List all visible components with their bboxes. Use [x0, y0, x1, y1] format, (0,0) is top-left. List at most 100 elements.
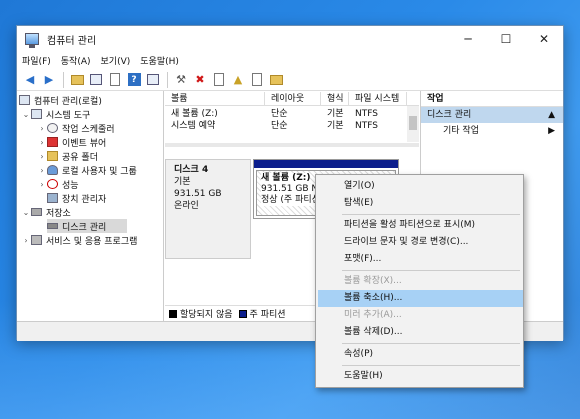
computer-management-icon: [25, 33, 39, 48]
tree-label: 디스크 관리: [62, 222, 107, 233]
help-icon[interactable]: ?: [125, 71, 143, 89]
actions-more[interactable]: 기타 작업 ▶: [421, 123, 563, 139]
delete-icon[interactable]: ✖: [191, 71, 209, 89]
ctx-change-drive-letter[interactable]: 드라이브 문자 및 경로 변경(C)...: [318, 234, 523, 251]
console-tree-icon[interactable]: [87, 71, 105, 89]
ctx-delete-volume[interactable]: 볼륨 삭제(D)...: [318, 324, 523, 341]
tree-item-services[interactable]: › 서비스 및 응용 프로그램: [21, 233, 137, 247]
tree-label: 서비스 및 응용 프로그램: [46, 236, 138, 247]
disk-name: 디스크 4: [174, 165, 209, 175]
column-volume[interactable]: 볼륨: [165, 92, 265, 106]
unallocated-swatch: [169, 309, 177, 318]
tree-item-root[interactable]: 컴퓨터 관리(로컬): [19, 93, 102, 107]
ctx-format[interactable]: 포맷(F)...: [318, 251, 523, 268]
list-scrollbar[interactable]: [407, 106, 419, 142]
type-cell: 기본: [327, 109, 344, 119]
legend-unallocated: 할당되지 않음: [180, 310, 233, 320]
toolbar: ◀ ▶ ? ⚒ ✖ ▲: [17, 69, 563, 91]
expand-chevron-icon[interactable]: ›: [37, 124, 47, 133]
ctx-separator: [342, 343, 520, 344]
ctx-separator: [342, 214, 520, 215]
ctx-explore[interactable]: 탐색(E): [318, 195, 523, 212]
tree-item-shared-folders[interactable]: › 공유 폴더: [37, 149, 98, 163]
column-filesystem[interactable]: 파일 시스템: [349, 92, 407, 106]
event-log-icon: [47, 137, 58, 147]
tree-item-local-users[interactable]: › 로컬 사용자 및 그룹: [37, 163, 137, 177]
title-bar[interactable]: 컴퓨터 관리 ─ ☐ ✕: [17, 26, 563, 52]
more-actions-label: 기타 작업: [443, 126, 479, 136]
search-doc-icon[interactable]: [248, 71, 266, 89]
column-layout[interactable]: 레이아웃: [265, 92, 321, 106]
connect-icon[interactable]: ⚒: [172, 71, 190, 89]
forward-arrow-icon[interactable]: ▶: [40, 71, 58, 89]
menu-file[interactable]: 파일(F): [17, 54, 56, 67]
ctx-help[interactable]: 도움말(H): [318, 368, 523, 385]
storage-icon: [31, 208, 42, 216]
shared-folder-icon: [47, 151, 58, 161]
toolbar-separator: [167, 71, 168, 88]
device-manager-icon: [47, 193, 58, 203]
ctx-properties[interactable]: 속성(P): [318, 346, 523, 363]
tree-item-task-scheduler[interactable]: › 작업 스케줄러: [37, 121, 115, 135]
maximize-button[interactable]: ☐: [487, 26, 525, 52]
tree-label: 성능: [62, 180, 79, 191]
up-folder-icon[interactable]: [68, 71, 86, 89]
action-pane-icon[interactable]: [144, 71, 162, 89]
tree-item-storage[interactable]: ⌄ 저장소: [21, 205, 71, 219]
filesystem-cell: NTFS: [355, 121, 378, 131]
back-arrow-icon[interactable]: ◀: [21, 71, 39, 89]
computer-icon: [19, 95, 30, 105]
folder-new-icon[interactable]: ▲: [229, 71, 247, 89]
ctx-add-mirror: 미러 추가(A)...: [344, 310, 402, 320]
checklist-icon[interactable]: [210, 71, 228, 89]
collapse-triangle-icon[interactable]: ▲: [548, 107, 555, 123]
actions-section-disk-management[interactable]: 디스크 관리 ▲: [421, 107, 563, 123]
legend-primary: 주 파티션: [249, 310, 286, 320]
tree-label: 장치 관리자: [62, 194, 107, 205]
tree-item-disk-management[interactable]: 디스크 관리: [47, 219, 127, 233]
tools-icon: [31, 109, 42, 119]
table-row[interactable]: 새 볼륨 (Z:) 단순 기본 NTFS: [165, 108, 405, 120]
column-type[interactable]: 형식: [321, 92, 349, 106]
tree-item-event-viewer[interactable]: › 이벤트 뷰어: [37, 135, 106, 149]
tree-label: 공유 폴더: [62, 152, 98, 163]
tree-label: 저장소: [46, 208, 71, 219]
disk-icon: [47, 223, 58, 229]
tree-item-system-tools[interactable]: ⌄ 시스템 도구: [21, 107, 90, 121]
ctx-shrink-volume[interactable]: 볼륨 축소(H)...: [318, 290, 523, 307]
volume-name: 새 볼륨 (Z:): [261, 173, 311, 184]
close-button[interactable]: ✕: [525, 26, 563, 52]
tree-item-performance[interactable]: › 성능: [37, 177, 79, 191]
layout-cell: 단순: [271, 109, 288, 119]
ctx-separator: [342, 365, 520, 366]
menu-view[interactable]: 보기(V): [96, 54, 136, 67]
primary-swatch: [238, 309, 247, 318]
folder-icon[interactable]: [267, 71, 285, 89]
disk-size: 931.51 GB: [174, 189, 222, 199]
disk-status: 온라인: [174, 201, 199, 211]
scrollbar-thumb[interactable]: [409, 116, 417, 130]
menu-action[interactable]: 동작(A): [56, 54, 96, 67]
disk-info-panel[interactable]: 디스크 4 기본 931.51 GB 온라인: [165, 159, 251, 259]
disk-type: 기본: [174, 177, 191, 187]
expand-chevron-icon[interactable]: ›: [37, 152, 47, 161]
properties-icon[interactable]: [106, 71, 124, 89]
collapse-chevron-icon[interactable]: ⌄: [21, 208, 31, 217]
volume-cell: 새 볼륨 (Z:): [171, 109, 218, 119]
ctx-mark-active[interactable]: 파티션을 활성 파티션으로 표시(M): [318, 217, 523, 234]
tree-label: 컴퓨터 관리(로컬): [34, 96, 102, 107]
ctx-extend-volume: 볼륨 확장(X)...: [344, 276, 402, 286]
tree-item-device-manager[interactable]: 장치 관리자: [47, 191, 106, 205]
expand-chevron-icon[interactable]: ›: [37, 138, 47, 147]
expand-chevron-icon[interactable]: ›: [37, 166, 47, 175]
expand-chevron-icon[interactable]: ›: [37, 180, 47, 189]
collapse-chevron-icon[interactable]: ⌄: [21, 110, 31, 119]
actions-header: 작업: [421, 91, 563, 107]
minimize-button[interactable]: ─: [449, 26, 487, 52]
ctx-open[interactable]: 열기(O): [318, 178, 523, 195]
expand-chevron-icon[interactable]: ›: [21, 236, 31, 245]
clock-icon: [47, 123, 58, 133]
table-row[interactable]: 시스템 예약 단순 기본 NTFS: [165, 120, 405, 132]
context-menu: 열기(O) 탐색(E) 파티션을 활성 파티션으로 표시(M) 드라이브 문자 …: [315, 174, 524, 388]
menu-help[interactable]: 도움말(H): [135, 54, 184, 67]
